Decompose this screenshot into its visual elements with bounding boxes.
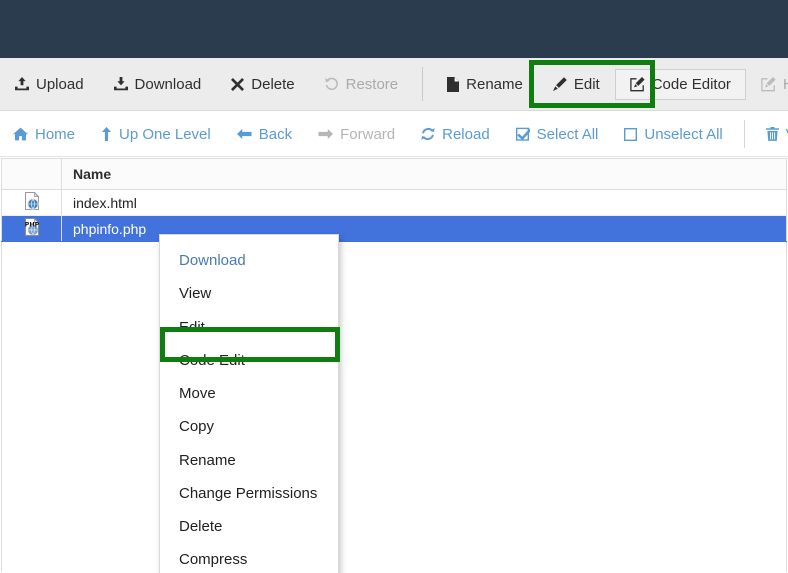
- delete-label: Delete: [251, 77, 294, 92]
- arrow-left-icon: [237, 128, 252, 140]
- nav-unselect-all-button[interactable]: Unselect All: [611, 121, 735, 148]
- file-list-body: index.html PHP phpinfo.php: [2, 190, 787, 242]
- file-list-empty-area: [1, 242, 787, 572]
- nav-reload-label: Reload: [442, 127, 490, 142]
- delete-x-icon: [231, 78, 244, 91]
- download-icon: [114, 77, 128, 92]
- checkbox-checked-icon: [516, 127, 530, 141]
- nav-divider: [744, 120, 745, 148]
- html-editor-label: HTML Editor: [783, 77, 788, 92]
- context-menu-item-move[interactable]: Move: [160, 377, 338, 410]
- table-header-row: Name: [2, 159, 787, 190]
- nav-select-all-button[interactable]: Select All: [503, 121, 612, 148]
- file-list-table: Name index.html: [1, 158, 787, 242]
- html-file-icon: [22, 191, 42, 214]
- checkbox-empty-icon: [624, 128, 637, 141]
- context-menu-item-download[interactable]: Download: [160, 244, 338, 277]
- table-row[interactable]: PHP phpinfo.php: [2, 216, 787, 242]
- upload-button[interactable]: Upload: [0, 69, 99, 100]
- code-editor-icon: [630, 77, 645, 92]
- context-menu-item-view[interactable]: View: [160, 277, 338, 310]
- context-menu-item-copy[interactable]: Copy: [160, 410, 338, 443]
- nav-up-one-level-button[interactable]: Up One Level: [88, 121, 224, 148]
- file-icon-cell: [2, 190, 62, 216]
- file-list-header: Name: [2, 159, 787, 190]
- restore-button: Restore: [310, 69, 414, 100]
- column-header-name: Name: [62, 159, 787, 190]
- restore-label: Restore: [346, 77, 399, 92]
- download-button[interactable]: Download: [99, 69, 217, 100]
- toolbar-divider: [422, 67, 423, 101]
- nav-back-button[interactable]: Back: [224, 121, 305, 148]
- restore-icon: [325, 77, 339, 91]
- context-menu-item-change-permissions[interactable]: Change Permissions: [160, 477, 338, 510]
- nav-home-button[interactable]: Home: [0, 121, 88, 148]
- nav-up-one-level-label: Up One Level: [119, 127, 211, 142]
- home-icon: [13, 127, 28, 141]
- context-menu-item-code-edit[interactable]: Code Edit: [160, 344, 338, 377]
- trash-icon: [766, 127, 779, 141]
- file-icon-cell: PHP: [2, 216, 62, 242]
- action-toolbar: Upload Download Delete Restore Ren: [0, 58, 788, 111]
- app-header-bar: [0, 0, 788, 58]
- file-name-cell: index.html: [62, 190, 787, 216]
- edit-label: Edit: [574, 77, 600, 92]
- nav-unselect-all-label: Unselect All: [644, 127, 722, 142]
- nav-reload-button[interactable]: Reload: [408, 121, 503, 148]
- nav-home-label: Home: [35, 127, 75, 142]
- rename-button[interactable]: Rename: [432, 69, 538, 100]
- nav-view-trash-button[interactable]: View Trash: [753, 121, 788, 148]
- reload-icon: [421, 127, 435, 141]
- file-context-menu: Download View Edit Code Edit Move Copy R…: [159, 234, 339, 573]
- pencil-icon: [553, 77, 567, 91]
- context-menu-item-rename[interactable]: Rename: [160, 444, 338, 477]
- html-editor-button: HTML Editor: [746, 69, 788, 100]
- arrow-up-icon: [101, 127, 112, 141]
- navigation-toolbar: Home Up One Level Back Forward Reload: [0, 112, 788, 157]
- svg-text:PHP: PHP: [24, 221, 39, 229]
- nav-forward-label: Forward: [340, 127, 395, 142]
- file-page-icon: [447, 77, 459, 92]
- column-header-icon: [2, 159, 62, 190]
- download-label: Download: [135, 77, 202, 92]
- html-editor-icon: [761, 77, 776, 92]
- edit-button[interactable]: Edit: [538, 69, 615, 100]
- upload-label: Upload: [36, 77, 84, 92]
- arrow-right-icon: [318, 128, 333, 140]
- nav-forward-button: Forward: [305, 121, 408, 148]
- context-menu-item-delete[interactable]: Delete: [160, 510, 338, 543]
- file-manager-window: Upload Download Delete Restore Ren: [0, 0, 788, 573]
- nav-back-label: Back: [259, 127, 292, 142]
- code-editor-label: Code Editor: [652, 77, 731, 92]
- table-row[interactable]: index.html: [2, 190, 787, 216]
- rename-label: Rename: [466, 77, 523, 92]
- context-menu-item-edit[interactable]: Edit: [160, 311, 338, 344]
- delete-button[interactable]: Delete: [216, 69, 309, 100]
- upload-icon: [15, 77, 29, 92]
- nav-select-all-label: Select All: [537, 127, 599, 142]
- code-editor-button[interactable]: Code Editor: [615, 69, 746, 100]
- context-menu-item-compress[interactable]: Compress: [160, 543, 338, 573]
- php-file-icon: PHP: [22, 217, 42, 240]
